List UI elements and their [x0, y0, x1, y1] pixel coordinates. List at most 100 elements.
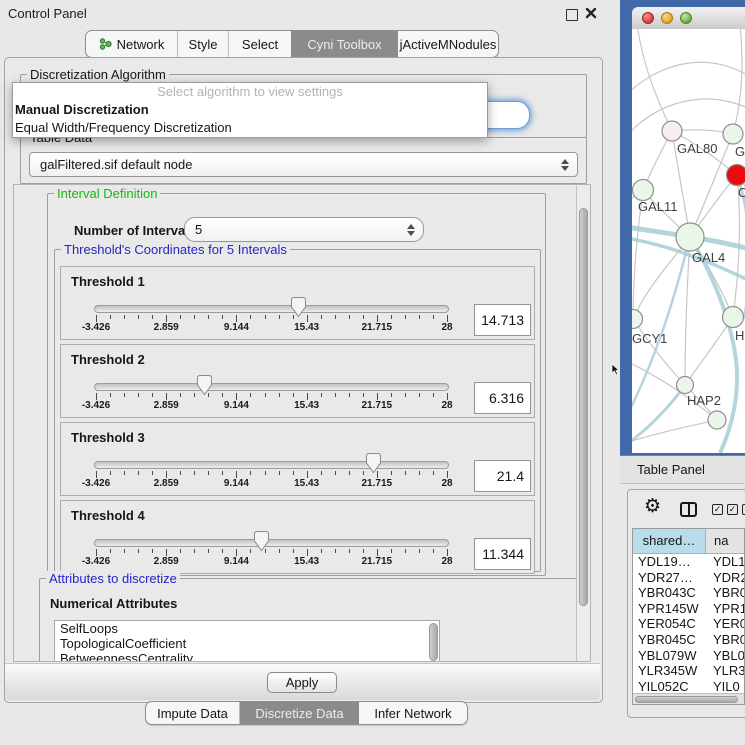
table-row[interactable]: YBL079WYBL0: [633, 648, 744, 664]
tick: [110, 549, 111, 553]
num-intervals-value: 5: [185, 222, 407, 237]
tick: [293, 393, 294, 397]
num-intervals-combobox[interactable]: 5: [184, 217, 424, 242]
list-item[interactable]: BetweennessCentrality: [55, 651, 439, 662]
slider-thumb[interactable]: [290, 296, 307, 321]
table-row[interactable]: YDL19…YDL1: [633, 554, 744, 570]
tick: [110, 393, 111, 397]
table-data-combobox[interactable]: galFiltered.sif default node: [29, 152, 578, 177]
cell-name: YBR0: [706, 632, 744, 648]
numerical-attributes-list[interactable]: SelfLoopsTopologicalCoefficientBetweenne…: [54, 620, 440, 662]
scrollbar-thumb[interactable]: [579, 208, 588, 606]
tab-infer-network[interactable]: Infer Network: [359, 702, 467, 724]
zoom-traffic-light[interactable]: [680, 12, 692, 24]
node-label: C: [738, 185, 745, 200]
list-item[interactable]: SelfLoops: [55, 621, 439, 636]
slider-thumb[interactable]: [253, 530, 270, 555]
threshold-value-field[interactable]: 14.713: [474, 304, 531, 336]
checkbox-icon[interactable]: ✓: [712, 504, 723, 515]
network-edge: [632, 359, 717, 420]
tab-discretize-data[interactable]: Discretize Data: [240, 702, 359, 724]
tab-select[interactable]: Select: [229, 31, 291, 57]
cell-name: YIL0: [706, 679, 744, 695]
column-header-name[interactable]: na: [706, 529, 744, 553]
table-row[interactable]: YLR345WYLR3: [633, 663, 744, 679]
algorithm-option-equal-width[interactable]: Equal Width/Frequency Discretization: [13, 119, 487, 137]
network-node-gal4[interactable]: [676, 223, 704, 251]
node-table[interactable]: shared… na YDL19…YDL1YDR27…YDR2YBR043CYB…: [632, 528, 745, 705]
network-node-gcy1[interactable]: [632, 310, 643, 329]
scrollbar-thumb[interactable]: [635, 696, 738, 703]
table-row[interactable]: YBR045CYBR0: [633, 632, 744, 648]
list-scrollbar[interactable]: [429, 623, 438, 661]
network-node-gal11[interactable]: [633, 180, 654, 201]
tab-jactivemnodules[interactable]: jActiveMNodules: [398, 31, 498, 57]
close-icon[interactable]: [585, 7, 597, 19]
cell-name: YPR1: [706, 601, 744, 617]
tick: [321, 393, 322, 397]
node-label: GA: [735, 144, 745, 159]
threshold-value-field[interactable]: 21.4: [474, 460, 531, 492]
tick: [250, 393, 251, 397]
tab-style[interactable]: Style: [178, 31, 229, 57]
tick: [265, 471, 266, 475]
network-icon: [99, 37, 112, 51]
network-node-c[interactable]: [727, 165, 745, 186]
scale-label: 15.43: [277, 556, 337, 567]
scale-label: 28: [417, 556, 477, 567]
slider-track[interactable]: [94, 305, 449, 313]
algorithm-placeholder-option[interactable]: Select algorithm to view settings: [13, 83, 487, 101]
tick: [307, 471, 308, 478]
checkbox-icon[interactable]: ✓: [727, 504, 738, 515]
slider-track[interactable]: [94, 461, 449, 469]
network-node-h[interactable]: [723, 307, 744, 328]
network-node-ga[interactable]: [723, 124, 743, 144]
tab-network[interactable]: Network: [86, 31, 178, 57]
network-window-titlebar[interactable]: [632, 7, 745, 30]
tab-network-label: Network: [117, 37, 165, 52]
slider-track[interactable]: [94, 383, 449, 391]
table-row[interactable]: YPR145WYPR1: [633, 601, 744, 617]
float-window-icon[interactable]: [566, 9, 578, 21]
close-traffic-light[interactable]: [642, 12, 654, 24]
cell-name: YER0: [706, 616, 744, 632]
tab-impute-data[interactable]: Impute Data: [146, 702, 240, 724]
network-node-hap2[interactable]: [677, 377, 694, 394]
table-row[interactable]: YBR043CYBR0: [633, 585, 744, 601]
network-canvas[interactable]: GAL80GACGAL11GAL4GCY1HHAP2: [632, 29, 745, 453]
slider-track[interactable]: [94, 539, 449, 547]
scale-label: 28: [417, 322, 477, 333]
tick: [447, 549, 448, 556]
tick: [321, 315, 322, 319]
tick: [293, 549, 294, 553]
table-horizontal-scrollbar[interactable]: [633, 693, 744, 704]
tick: [307, 393, 308, 400]
slider-thumb[interactable]: [196, 374, 213, 399]
cell-name: YBL0: [706, 648, 744, 664]
tick: [447, 471, 448, 478]
table-row[interactable]: YER054CYER0: [633, 616, 744, 632]
list-item[interactable]: TopologicalCoefficient: [55, 636, 439, 651]
tick: [391, 549, 392, 553]
interval-definition-title: Interval Definition: [54, 186, 160, 201]
slider-thumb[interactable]: [365, 452, 382, 477]
minimize-traffic-light[interactable]: [661, 12, 673, 24]
cell-shared-name: YER054C: [633, 616, 706, 632]
threshold-value-field[interactable]: 11.344: [474, 538, 531, 570]
tick: [349, 393, 350, 397]
threshold-value-field[interactable]: 6.316: [474, 382, 531, 414]
network-node-gal80[interactable]: [662, 121, 682, 141]
table-row[interactable]: YIL052CYIL0: [633, 679, 744, 695]
column-layout-icon[interactable]: [680, 502, 697, 517]
column-header-shared-name[interactable]: shared…: [633, 529, 706, 553]
threshold-panel: Threshold 1-3.4262.8599.14415.4321.71528…: [60, 266, 535, 340]
node-label: GAL80: [677, 141, 717, 156]
tab-cyni-toolbox[interactable]: Cyni Toolbox: [291, 31, 398, 57]
apply-button[interactable]: Apply: [267, 672, 337, 693]
table-row[interactable]: YDR27…YDR2: [633, 570, 744, 586]
scale-label: 2.859: [136, 556, 196, 567]
network-node[interactable]: [708, 411, 726, 429]
settings-vertical-scrollbar[interactable]: [576, 185, 590, 661]
algorithm-option-manual[interactable]: Manual Discretization: [13, 101, 487, 119]
gear-icon[interactable]: ⚙: [644, 497, 661, 516]
